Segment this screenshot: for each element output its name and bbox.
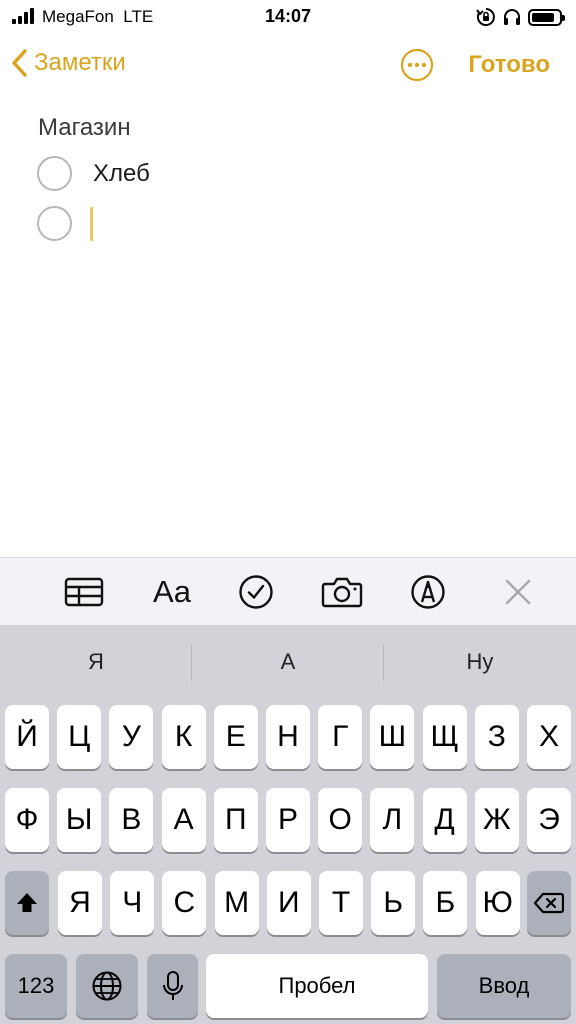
key-Э[interactable]: Э: [527, 788, 571, 852]
key-П[interactable]: П: [213, 788, 258, 852]
status-icons: [476, 6, 565, 28]
table-button[interactable]: [63, 572, 105, 612]
key-Ц[interactable]: Ц: [57, 705, 102, 769]
close-toolbar-button[interactable]: [500, 572, 536, 612]
key-Б[interactable]: Б: [423, 871, 468, 935]
key-С[interactable]: С: [162, 871, 207, 935]
key-Ш[interactable]: Ш: [370, 705, 415, 769]
shift-arrow-icon: [17, 893, 37, 912]
key-В[interactable]: В: [109, 788, 154, 852]
camera-button[interactable]: [320, 572, 364, 612]
text-cursor: [90, 206, 93, 241]
globe-key[interactable]: [76, 954, 138, 1018]
return-key[interactable]: Ввод: [437, 954, 571, 1018]
note-title[interactable]: Магазин: [38, 114, 131, 142]
globe-icon: [92, 971, 122, 1001]
key-Е[interactable]: Е: [213, 705, 258, 769]
key-Й[interactable]: Й: [5, 705, 49, 769]
more-options-icon[interactable]: [400, 48, 434, 82]
space-key[interactable]: Пробел: [206, 954, 428, 1018]
checklist-item-active[interactable]: [37, 206, 93, 241]
key-А[interactable]: А: [161, 788, 206, 852]
key-Н[interactable]: Н: [266, 705, 310, 769]
key-З[interactable]: З: [474, 705, 519, 769]
key-И[interactable]: И: [266, 871, 311, 935]
key-Р[interactable]: Р: [266, 788, 310, 852]
key-Х[interactable]: Х: [527, 705, 571, 769]
checklist-icon: [239, 575, 273, 609]
key-К[interactable]: К: [161, 705, 206, 769]
status-bar: MegaFon LTE 14:07: [0, 0, 576, 34]
key-Т[interactable]: Т: [319, 871, 363, 935]
key-Л[interactable]: Л: [370, 788, 415, 852]
key-Г[interactable]: Г: [318, 705, 363, 769]
format-toolbar: Aa: [0, 557, 576, 625]
battery-icon: [528, 8, 565, 26]
checkbox-unchecked[interactable]: [37, 206, 72, 241]
key-Ж[interactable]: Ж: [474, 788, 519, 852]
key-Ф[interactable]: Ф: [5, 788, 49, 852]
checklist-item[interactable]: Хлеб: [37, 156, 150, 191]
checkbox-unchecked[interactable]: [37, 156, 72, 191]
suggestion-item[interactable]: А: [192, 649, 384, 675]
microphone-icon: [162, 971, 183, 1000]
checklist-button[interactable]: [237, 572, 275, 612]
key-Ю[interactable]: Ю: [475, 871, 520, 935]
key-Д[interactable]: Д: [422, 788, 467, 852]
keyboard: Я А Ну ЙЦУКЕНГШЩЗХФЫВАПРОЛДЖЭЯЧСМИТЬБЮ 1…: [0, 625, 576, 1024]
suggestion-item[interactable]: Я: [0, 649, 192, 675]
dictation-key[interactable]: [147, 954, 198, 1018]
chevron-left-icon: [12, 49, 27, 77]
key-Ч[interactable]: Ч: [110, 871, 155, 935]
back-button[interactable]: Заметки: [10, 48, 126, 78]
markup-pen-icon: [411, 575, 445, 609]
headphones-icon: [504, 9, 520, 25]
key-У[interactable]: У: [109, 705, 154, 769]
key-Я[interactable]: Я: [58, 871, 102, 935]
key-Щ[interactable]: Щ: [422, 705, 467, 769]
format-text-button[interactable]: Aa: [150, 572, 194, 612]
suggestion-item[interactable]: Ну: [384, 649, 576, 675]
rotation-lock-icon: [476, 8, 495, 26]
close-icon: [505, 579, 531, 605]
back-label: Заметки: [34, 49, 126, 76]
key-О[interactable]: О: [318, 788, 363, 852]
backspace-key[interactable]: [527, 871, 571, 935]
numbers-key[interactable]: 123: [5, 954, 67, 1018]
table-icon: [64, 577, 104, 607]
nav-bar: Заметки Готово: [0, 40, 576, 92]
markup-button[interactable]: [409, 572, 447, 612]
shift-key[interactable]: [5, 871, 49, 935]
backspace-icon: [534, 892, 564, 914]
checklist-item-text[interactable]: Хлеб: [93, 160, 150, 188]
key-Ы[interactable]: Ы: [57, 788, 102, 852]
done-button[interactable]: Готово: [468, 51, 550, 79]
key-Ь[interactable]: Ь: [371, 871, 416, 935]
suggestion-bar: Я А Ну: [0, 625, 576, 701]
camera-icon: [321, 577, 363, 608]
key-М[interactable]: М: [214, 871, 259, 935]
